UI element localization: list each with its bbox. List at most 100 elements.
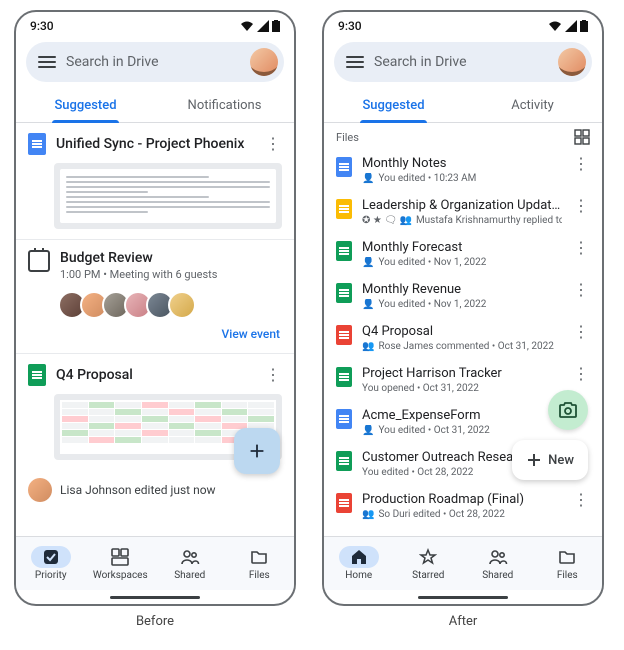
tab-suggested[interactable]: Suggested [324, 88, 463, 122]
more-icon[interactable]: ⋮ [264, 367, 282, 383]
content-scroll[interactable]: Files Monthly Notes 👤You edited • 10:23 A… [324, 123, 602, 536]
file-row[interactable]: Monthly Forecast 👤You edited • Nov 1, 202… [324, 233, 602, 275]
new-label: New [548, 453, 574, 468]
file-type-icon [336, 241, 352, 261]
file-row[interactable]: Monthly Notes 👤You edited • 10:23 AM ⋮ [324, 149, 602, 191]
account-avatar[interactable] [558, 48, 586, 76]
file-type-icon [336, 367, 352, 387]
more-icon[interactable]: ⋮ [264, 136, 282, 152]
file-row[interactable]: Q4 Proposal 👥Rose James commented • Oct 3… [324, 317, 602, 359]
meeting-title: Budget Review [60, 250, 217, 266]
files-icon [558, 548, 576, 566]
nav-workspaces[interactable]: Workspaces [86, 537, 156, 590]
nav-files[interactable]: Files [225, 537, 295, 590]
file-row[interactable]: Production Roadmap (Final)👥So Duri edite… [324, 485, 602, 527]
more-icon[interactable]: ⋮ [572, 324, 590, 340]
files-section-header: Files [324, 123, 602, 149]
file-subtitle: 👥Rose James commented • Oct 31, 2022 [362, 341, 562, 352]
tab-notifications[interactable]: Notifications [155, 88, 294, 122]
nav-shared[interactable]: Shared [463, 537, 533, 590]
file-type-icon [336, 157, 352, 177]
signal-icon [257, 20, 269, 32]
shared-icon [488, 548, 508, 566]
status-icons [548, 20, 588, 32]
view-event-link[interactable]: View event [28, 323, 282, 345]
tab-activity[interactable]: Activity [463, 88, 602, 122]
home-indicator [324, 590, 602, 604]
meeting-card[interactable]: Budget Review 1:00 PM • Meeting with 6 g… [16, 240, 294, 354]
content-scroll[interactable]: Unified Sync - Project Phoenix ⋮ [16, 123, 294, 536]
menu-icon[interactable] [346, 56, 364, 68]
nav-files[interactable]: Files [533, 537, 603, 590]
suggested-card[interactable]: Unified Sync - Project Phoenix ⋮ [16, 123, 294, 240]
card-title: Q4 Proposal [56, 367, 254, 383]
tab-suggested[interactable]: Suggested [16, 88, 155, 122]
battery-icon [272, 20, 280, 32]
file-subtitle: 👤You edited • 10:23 AM [362, 173, 562, 184]
file-title: Leadership & Organization Updates... [362, 198, 562, 213]
file-subtitle: ✪ ★ 🗨 👥Mustafa Krishnamurthy replied to … [362, 215, 562, 226]
section-label: Files [336, 131, 359, 144]
signal-icon [565, 20, 577, 32]
more-icon[interactable]: ⋮ [572, 198, 590, 214]
file-row[interactable]: Leadership & Organization Updates... ✪ ★ … [324, 191, 602, 233]
status-icons [240, 20, 280, 32]
docs-icon [28, 133, 46, 155]
file-row[interactable]: Monthly Revenue👤You edited • Nov 1, 2022… [324, 275, 602, 317]
status-bar: 9:30 [16, 12, 294, 34]
search-bar[interactable]: Search in Drive [334, 42, 592, 82]
search-bar[interactable]: Search in Drive [26, 42, 284, 82]
status-bar: 9:30 [324, 12, 602, 34]
file-type-icon [336, 493, 352, 513]
file-subtitle: 👤You edited • Oct 31, 2022 [362, 425, 562, 436]
tabs: Suggested Activity [324, 88, 602, 123]
tabs: Suggested Notifications [16, 88, 294, 123]
more-icon[interactable]: ⋮ [572, 282, 590, 298]
activity-row: Lisa Johnson edited just now [16, 470, 294, 510]
file-type-icon [336, 451, 352, 471]
menu-icon[interactable] [38, 56, 56, 68]
add-fab[interactable] [234, 428, 280, 474]
more-icon[interactable]: ⋮ [572, 156, 590, 172]
search-placeholder: Search in Drive [66, 54, 240, 70]
file-title: Monthly Notes [362, 156, 562, 171]
star-icon [419, 548, 437, 566]
file-title: Monthly Forecast [362, 240, 562, 255]
sheets-icon [28, 364, 46, 386]
nav-priority[interactable]: Priority [16, 537, 86, 590]
more-icon[interactable]: ⋮ [572, 366, 590, 382]
file-title: Acme_ExpenseForm [362, 408, 562, 423]
priority-icon [42, 548, 60, 566]
new-fab[interactable]: New [512, 440, 588, 480]
status-time: 9:30 [30, 19, 54, 33]
doc-thumbnail [54, 163, 282, 229]
editor-avatar [28, 478, 52, 502]
file-title: Project Harrison Tracker [362, 366, 562, 381]
camera-icon [558, 401, 578, 419]
grid-view-icon[interactable] [574, 129, 590, 145]
nav-starred[interactable]: Starred [394, 537, 464, 590]
meeting-avatars [58, 291, 282, 319]
nav-shared[interactable]: Shared [155, 537, 225, 590]
files-icon [250, 548, 268, 566]
file-subtitle: 👥So Duri edited • Oct 28, 2022 [362, 509, 562, 520]
search-placeholder: Search in Drive [374, 54, 548, 70]
shared-icon [180, 548, 200, 566]
activity-text: Lisa Johnson edited just now [60, 483, 216, 497]
wifi-icon [548, 20, 562, 32]
phone-before: 9:30 Search in Drive Suggested Notificat… [14, 10, 296, 606]
file-title: Monthly Revenue [362, 282, 562, 297]
file-subtitle: You opened • Oct 31, 2022 [362, 383, 562, 394]
home-indicator [16, 590, 294, 604]
more-icon[interactable]: ⋮ [572, 240, 590, 256]
file-subtitle: 👤You edited • Nov 1, 2022 [362, 257, 562, 268]
account-avatar[interactable] [250, 48, 278, 76]
caption-after: After [449, 614, 478, 629]
file-type-icon [336, 283, 352, 303]
nav-home[interactable]: Home [324, 537, 394, 590]
scan-fab[interactable] [548, 390, 588, 430]
bottom-nav: Priority Workspaces Shared Files [16, 536, 294, 590]
file-title: Q4 Proposal [362, 324, 562, 339]
plus-icon [246, 440, 268, 462]
more-icon[interactable]: ⋮ [572, 492, 590, 508]
